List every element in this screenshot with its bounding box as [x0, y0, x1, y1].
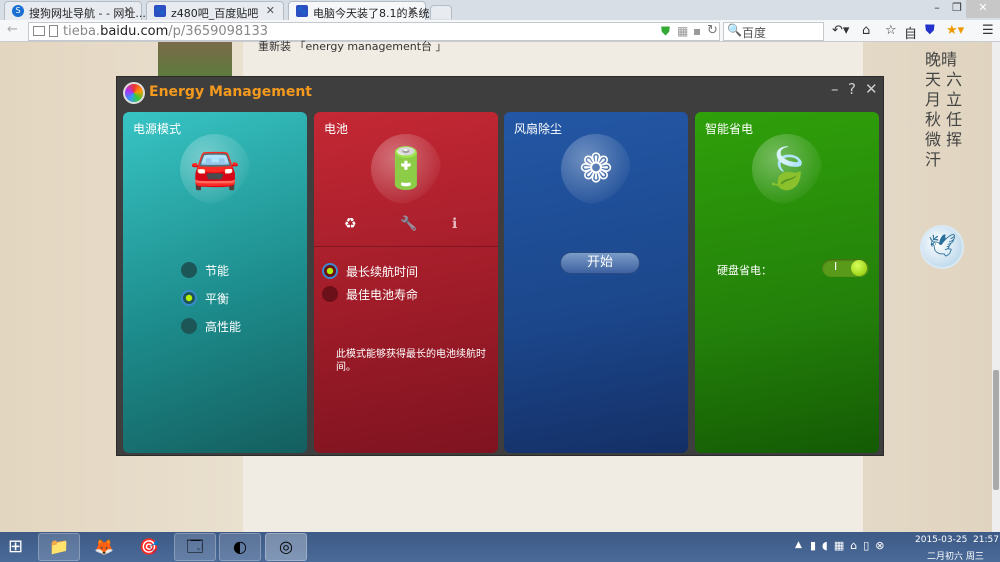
close-window-button[interactable]: ✕: [966, 0, 1000, 18]
dialog-title: Energy Management: [149, 84, 313, 100]
reload-icon[interactable]: ↻: [707, 23, 718, 38]
panel-title: 电池: [324, 122, 349, 136]
radio-selected[interactable]: [322, 263, 338, 279]
close-dialog-button[interactable]: ✕: [865, 80, 878, 98]
toggle-knob[interactable]: [851, 260, 867, 276]
energy-logo-icon: [123, 82, 145, 104]
search-icon: 🔍: [727, 23, 742, 37]
hdd-power-label: 硬盘省电：: [717, 264, 772, 277]
option-label: 最佳电池寿命: [346, 288, 419, 302]
page-icon: [49, 25, 58, 37]
close-tab-icon[interactable]: ✕: [408, 4, 417, 17]
option-label: 高性能: [205, 320, 242, 334]
car-icon: 🚘: [180, 134, 250, 204]
tab-sogou[interactable]: S 搜狗网址导航 - - 网址... ✕: [4, 1, 146, 20]
lunar-date: 二月初六 周三: [927, 552, 984, 562]
panel-title: 智能省电: [705, 122, 754, 136]
help-button[interactable]: ?: [848, 80, 856, 98]
radio[interactable]: [181, 318, 197, 334]
back-icon[interactable]: ←: [7, 22, 18, 37]
time: 21:57: [973, 535, 999, 545]
tray-icons[interactable]: ▮◖▦⌂▯⊗: [810, 539, 891, 552]
tab-label: 电脑今天装了8.1的系统...: [313, 7, 440, 20]
firefox-icon[interactable]: 🦊: [83, 533, 125, 561]
qr-code-icon[interactable]: ▦: [677, 24, 688, 38]
panel-title: 电源模式: [133, 122, 182, 136]
app-k-icon[interactable]: 🎯: [128, 533, 170, 561]
radio[interactable]: [322, 286, 338, 302]
url-subdomain: tieba.: [63, 24, 101, 39]
energy-management-task-icon[interactable]: ◎: [265, 533, 307, 561]
tab-strip: S 搜狗网址导航 - - 网址... ✕ 🐾 z480吧_百度贴吧 ✕ 🐾 电脑今天装了8…: [0, 0, 1000, 20]
battery-panel: 电池 🔋 ♻ 🔧 ℹ 最长续航时间 最佳电池寿命 此模式能够获得最长的电池续航时…: [314, 112, 498, 453]
close-tab-icon[interactable]: ✕: [266, 4, 275, 17]
url-domain: baidu.com: [100, 24, 169, 39]
post-image: [158, 42, 232, 76]
app-window-icon[interactable]: 🗔: [174, 533, 216, 561]
restore-button[interactable]: ❐: [948, 0, 966, 18]
start-button[interactable]: ⊞: [8, 536, 23, 557]
media-icon[interactable]: ▪: [693, 24, 701, 38]
shield-icon[interactable]: ⛊: [661, 24, 670, 39]
power-mode-panel: 电源模式 🚘 节能 平衡 高性能: [123, 112, 307, 453]
hdd-power-toggle[interactable]: I: [822, 259, 869, 277]
battery-icon: 🔋: [371, 134, 441, 204]
option-label: 节能: [205, 264, 230, 278]
tab-current[interactable]: 🐾 电脑今天装了8.1的系统... ✕: [288, 1, 440, 20]
tab-label: z480吧_百度贴吧: [171, 7, 259, 20]
undo-icon[interactable]: ↶▾: [832, 23, 849, 38]
option-label: 平衡: [205, 292, 230, 306]
battery-maintenance-tab-icon[interactable]: 🔧: [400, 216, 417, 232]
start-button[interactable]: 开始: [560, 252, 640, 274]
file-explorer-icon[interactable]: 📁: [38, 533, 80, 561]
minimize-dialog-button[interactable]: –: [831, 80, 839, 98]
clock[interactable]: 2015-03-25 21:57: [915, 535, 999, 545]
new-tab-button[interactable]: [430, 5, 452, 19]
sogou-icon: S: [12, 5, 24, 17]
divider: [314, 246, 498, 247]
bird-app-icon[interactable]: 🕊: [920, 225, 964, 269]
post-text: 重新装 「energy management台 」: [258, 40, 447, 53]
radio[interactable]: [181, 262, 197, 278]
date: 2015-03-25: [915, 535, 968, 545]
scrollbar-thumb[interactable]: [993, 370, 999, 490]
option-label: 最长续航时间: [346, 265, 419, 279]
calligraphy-decoration: 晚晴天 六月 立秋 任 微 挥汗: [925, 50, 963, 169]
tray-expand-icon[interactable]: ▲: [795, 540, 802, 550]
smart-power-panel: 智能省电 🍃 硬盘省电： I: [695, 112, 879, 453]
battery-info-tab-icon[interactable]: ℹ: [452, 216, 457, 232]
close-tab-icon[interactable]: ✕: [124, 4, 133, 17]
bookmark-star-icon[interactable]: ☆: [885, 23, 897, 38]
minimize-button[interactable]: –: [928, 0, 946, 18]
toggle-on-mark: I: [834, 260, 838, 273]
menu-icon[interactable]: ☰: [982, 23, 994, 38]
search-input[interactable]: 🔍百度 <Ctrl+K>: [723, 22, 824, 55]
reader-mode-icon[interactable]: 自: [904, 23, 917, 42]
energy-management-dialog: Energy Management – ? ✕ 电源模式 🚘 节能 平衡 高性能…: [116, 76, 884, 456]
fan-icon: ❁: [561, 134, 631, 204]
battery-mode-tab-icon[interactable]: ♻: [344, 216, 357, 232]
battery-mode-description: 此模式能够获得最长的电池续航时间。: [336, 349, 486, 373]
leaf-icon: 🍃: [752, 134, 822, 204]
home-icon[interactable]: ⌂: [862, 23, 870, 38]
favorites-icon[interactable]: ★▾: [946, 23, 964, 38]
taskbar: ⊞ 📁 🦊 🎯 🗔 ◐ ◎ ▲ ▮◖▦⌂▯⊗ 2015-03-25 21:57 …: [0, 532, 1000, 562]
panel-title: 风扇除尘: [514, 122, 563, 136]
baidu-paw-icon: 🐾: [154, 5, 166, 17]
tab-z480[interactable]: 🐾 z480吧_百度贴吧 ✕: [146, 1, 284, 20]
url-path: /p/3659098133: [168, 24, 269, 39]
reader-icon[interactable]: [33, 26, 45, 36]
fan-dust-panel: 风扇除尘 ❁ 开始: [504, 112, 688, 453]
baidu-paw-icon: 🐾: [296, 5, 308, 17]
color-app-icon[interactable]: ◐: [219, 533, 261, 561]
radio-selected[interactable]: [181, 290, 197, 306]
extension-icon[interactable]: ⛊: [925, 23, 935, 38]
